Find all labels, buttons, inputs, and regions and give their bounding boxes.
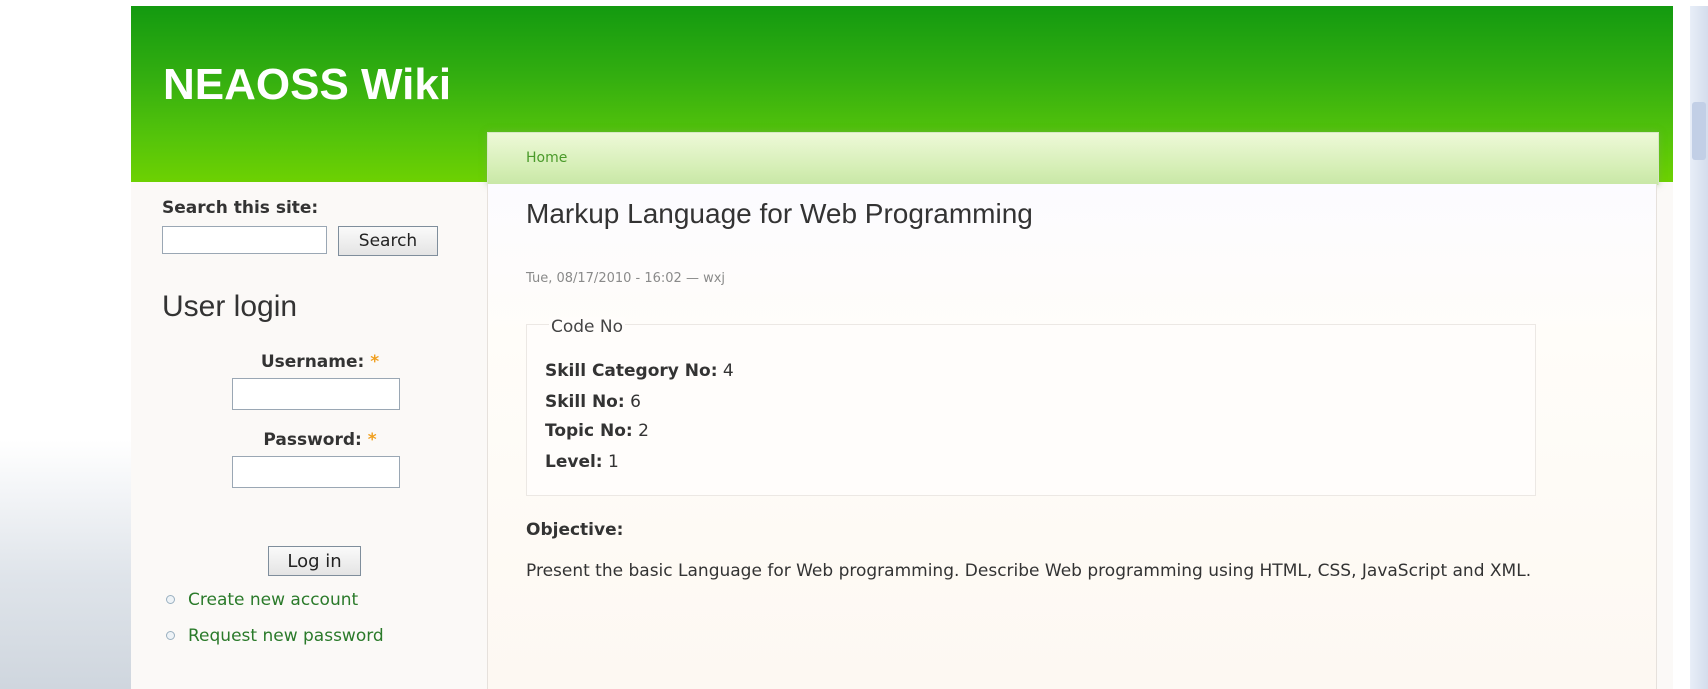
- create-account-link[interactable]: Create new account: [188, 590, 358, 610]
- field-value: 4: [722, 361, 734, 381]
- password-label: Password: *: [162, 430, 478, 450]
- field-value: 6: [630, 392, 641, 412]
- field-value: 1: [608, 452, 619, 472]
- user-login-title: User login: [162, 290, 298, 323]
- submitted-info: Tue, 08/17/2010 - 16:02 — wxj: [526, 271, 726, 286]
- username-field[interactable]: [232, 378, 400, 410]
- password-field[interactable]: [232, 456, 400, 488]
- page: NEAOSS Wiki Home Search this site: Searc…: [131, 6, 1673, 689]
- topic-no-row: Topic No: 2: [545, 421, 649, 441]
- field-label: Skill No:: [545, 392, 625, 412]
- bullet-icon: [166, 595, 175, 604]
- background-glow: [0, 440, 140, 689]
- search-label: Search this site:: [162, 198, 319, 218]
- objective-text: Present the basic Language for Web progr…: [526, 561, 1532, 581]
- login-button[interactable]: Log in: [268, 546, 361, 576]
- account-links: Create new account Request new password: [162, 582, 384, 654]
- list-item: Create new account: [162, 582, 384, 618]
- code-no-fieldset: Code No Skill Category No: 4 Skill No: 6…: [526, 317, 1536, 496]
- sidebar: Search this site: Search User login User…: [131, 182, 487, 689]
- search-input[interactable]: [162, 226, 327, 254]
- skill-no-row: Skill No: 6: [545, 392, 641, 412]
- breadcrumb-home-link[interactable]: Home: [526, 150, 567, 166]
- search-button[interactable]: Search: [338, 226, 438, 256]
- main-content: Markup Language for Web Programming Tue,…: [487, 184, 1657, 689]
- vertical-scrollbar[interactable]: [1690, 6, 1708, 689]
- username-label: Username: *: [162, 352, 478, 372]
- scrollbar-thumb[interactable]: [1692, 102, 1706, 160]
- level-row: Level: 1: [545, 452, 619, 472]
- username-label-text: Username:: [260, 352, 365, 372]
- site-title[interactable]: NEAOSS Wiki: [163, 60, 451, 110]
- field-label: Level:: [545, 452, 603, 472]
- list-item: Request new password: [162, 618, 384, 654]
- field-label: Skill Category No:: [545, 361, 718, 381]
- password-label-text: Password:: [263, 430, 362, 450]
- code-no-legend: Code No: [549, 317, 626, 337]
- bullet-icon: [166, 631, 175, 640]
- required-marker: *: [367, 430, 377, 450]
- field-value: 2: [638, 421, 649, 441]
- objective-label: Objective:: [526, 520, 624, 540]
- required-marker: *: [370, 352, 380, 372]
- breadcrumb: Home: [487, 132, 1659, 185]
- request-password-link[interactable]: Request new password: [188, 626, 384, 646]
- skill-category-row: Skill Category No: 4: [545, 361, 734, 381]
- page-title: Markup Language for Web Programming: [526, 198, 1033, 229]
- field-label: Topic No:: [545, 421, 633, 441]
- site-header: NEAOSS Wiki Home: [131, 6, 1673, 185]
